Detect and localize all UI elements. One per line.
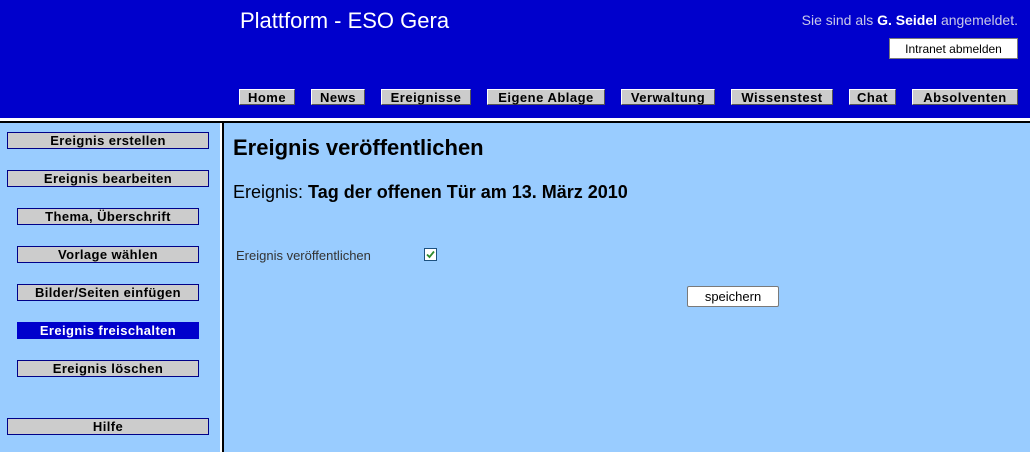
nav-item-news[interactable]: News [311,89,365,105]
login-info: Sie sind als G. Seidel angemeldet. [802,12,1018,28]
nav-item-verwaltung[interactable]: Verwaltung [621,89,715,105]
publish-label: Ereignis veröffentlichen [236,248,371,263]
sidebar-item-thema-ueberschrift[interactable]: Thema, Überschrift [17,208,199,225]
login-user: G. Seidel [877,12,938,28]
save-button[interactable]: speichern [687,286,779,307]
sidebar-item-vorlage-waehlen[interactable]: Vorlage wählen [17,246,199,263]
login-prefix: Sie sind als [801,12,874,28]
sidebar-item-bilder-seiten-einfuegen[interactable]: Bilder/Seiten einfügen [17,284,199,301]
checkmark-icon [426,250,435,259]
publish-checkbox[interactable] [424,248,437,261]
header: Plattform - ESO Gera Sie sind als G. Sei… [0,0,1030,118]
nav-item-chat[interactable]: Chat [849,89,896,105]
nav-item-wissenstest[interactable]: Wissenstest [731,89,833,105]
page-header-title: Plattform - ESO Gera [240,8,450,33]
sidebar-item-hilfe[interactable]: Hilfe [7,418,209,435]
sidebar-divider-shadow [222,123,224,452]
event-prefix: Ereignis: [233,182,304,202]
nav-item-eigene-ablage[interactable]: Eigene Ablage [487,89,605,105]
event-name: Tag der offenen Tür am 13. März 2010 [308,182,628,202]
logout-button[interactable]: Intranet abmelden [889,38,1018,59]
sidebar-item-ereignis-freischalten[interactable]: Ereignis freischalten [17,322,199,339]
nav-item-ereignisse[interactable]: Ereignisse [381,89,471,105]
page-title: Ereignis veröffentlichen [233,135,484,160]
nav-item-home[interactable]: Home [239,89,295,105]
sidebar-item-ereignis-loeschen[interactable]: Ereignis löschen [17,360,199,377]
nav-item-absolventen[interactable]: Absolventen [912,89,1018,105]
sidebar-item-ereignis-erstellen[interactable]: Ereignis erstellen [7,132,209,149]
event-heading: Ereignis: Tag der offenen Tür am 13. Mär… [233,182,628,203]
login-suffix: angemeldet. [940,12,1018,28]
sidebar-item-ereignis-bearbeiten[interactable]: Ereignis bearbeiten [7,170,209,187]
